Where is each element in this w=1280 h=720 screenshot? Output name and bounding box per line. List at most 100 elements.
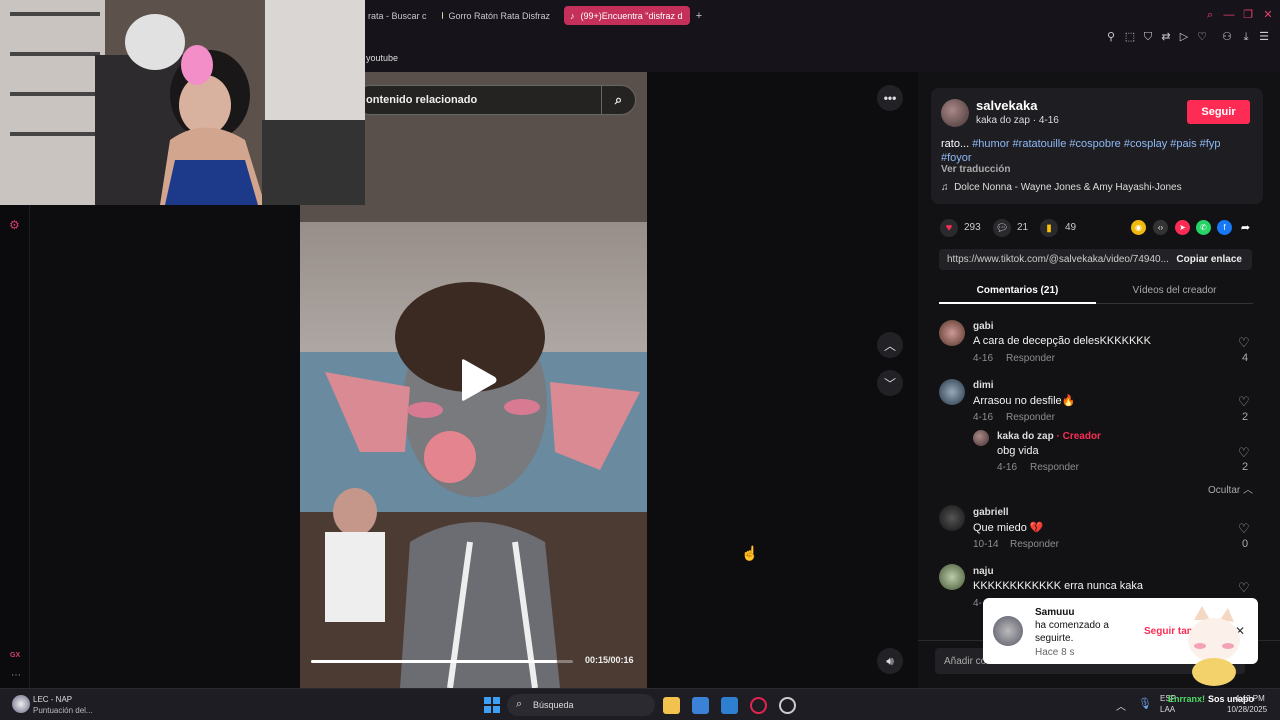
whatsapp-icon[interactable]: ✆ bbox=[1196, 220, 1211, 235]
share-url: https://www.tiktok.com/@salvekaka/video/… bbox=[947, 254, 1169, 265]
facebook-icon[interactable]: f bbox=[1217, 220, 1232, 235]
reply-button[interactable]: Responder bbox=[1006, 353, 1055, 364]
more-options-icon[interactable]: ••• bbox=[877, 85, 903, 111]
app-icon[interactable] bbox=[779, 697, 796, 714]
taskbar-search[interactable]: ⌕ Búsqueda bbox=[507, 694, 655, 716]
embed-icon[interactable]: ‹› bbox=[1153, 220, 1168, 235]
video-caption: rato... #humor #ratatouille #cospobre #c… bbox=[941, 137, 1261, 165]
author-avatar[interactable] bbox=[941, 99, 969, 127]
weather-widget-icon[interactable] bbox=[12, 695, 30, 713]
avatar[interactable] bbox=[939, 320, 965, 346]
comment-text: A cara de decepção delesKKKKKKK bbox=[973, 335, 1151, 347]
author-subtitle: kaka do zap · 4-16 bbox=[976, 115, 1059, 126]
comment-like-icon[interactable]: ♡ bbox=[1238, 445, 1250, 461]
previous-video-icon[interactable]: ︿ bbox=[877, 332, 903, 358]
account-icon[interactable]: ⚇ bbox=[1221, 31, 1233, 43]
video-progress-bar[interactable] bbox=[311, 660, 573, 663]
avatar[interactable] bbox=[939, 379, 965, 405]
download-icon[interactable]: ⤓ bbox=[1240, 31, 1252, 43]
clock-date[interactable]: 10/28/2025 bbox=[1227, 705, 1267, 714]
play-icon[interactable]: ▷ bbox=[1178, 31, 1190, 43]
comment-icon[interactable]: 💬︎ bbox=[993, 219, 1011, 237]
hide-label: Ocultar bbox=[1208, 485, 1241, 496]
search-icon[interactable]: ⌕ bbox=[601, 86, 635, 114]
more-icon[interactable]: ⋯ bbox=[11, 670, 21, 681]
chevron-up-icon: ︿ bbox=[1243, 485, 1254, 496]
follow-button[interactable]: Seguir bbox=[1187, 100, 1250, 124]
share-url-field[interactable]: https://www.tiktok.com/@salvekaka/video/… bbox=[939, 249, 1252, 270]
tab-creator-videos[interactable]: Vídeos del creador bbox=[1096, 285, 1253, 296]
send-icon[interactable]: ➤ bbox=[1175, 220, 1190, 235]
pin-icon[interactable]: ⚲ bbox=[1105, 31, 1117, 43]
music-row[interactable]: ♫ Dolce Nonna - Wayne Jones & Amy Hayash… bbox=[941, 182, 1182, 193]
toast-text: seguirte. bbox=[1035, 633, 1074, 644]
comment-like-icon[interactable]: ♡ bbox=[1238, 394, 1250, 410]
reply-button[interactable]: Responder bbox=[1030, 462, 1079, 473]
mail-icon[interactable] bbox=[721, 697, 738, 714]
file-explorer-icon[interactable] bbox=[663, 697, 680, 714]
comment-user[interactable]: gabriell bbox=[973, 507, 1009, 518]
reply-button[interactable]: Responder bbox=[1010, 539, 1059, 550]
avatar[interactable] bbox=[939, 564, 965, 590]
search-placeholder: ontenido relacionado bbox=[366, 94, 478, 106]
share-arrow-icon[interactable]: ➦ bbox=[1238, 220, 1253, 235]
comment-date: 4- bbox=[973, 598, 982, 609]
copy-link-button[interactable]: Copiar enlace bbox=[1176, 254, 1242, 265]
bookmark-youtube[interactable]: youtube bbox=[366, 53, 398, 63]
windows-start-icon[interactable] bbox=[484, 697, 500, 713]
author-username[interactable]: salvekaka bbox=[976, 98, 1037, 113]
settings-icon[interactable]: ⚙ bbox=[9, 218, 20, 232]
like-icon[interactable]: ♥ bbox=[940, 219, 958, 237]
related-search-input[interactable]: ontenido relacionado ⌕ bbox=[355, 85, 636, 115]
microphone-icon[interactable]: 🎙︎ bbox=[1138, 697, 1152, 710]
menu-icon[interactable]: ☰ bbox=[1258, 31, 1270, 43]
comment-user[interactable]: dimi bbox=[973, 380, 994, 391]
gx-icon[interactable]: GX bbox=[10, 652, 20, 659]
heart-icon[interactable]: ♡ bbox=[1196, 31, 1208, 43]
store-icon[interactable] bbox=[692, 697, 709, 714]
bookmark-icon[interactable]: ▮ bbox=[1040, 219, 1058, 237]
see-translation-link[interactable]: Ver traducción bbox=[941, 164, 1010, 175]
opera-gx-icon[interactable] bbox=[750, 697, 767, 714]
next-video-icon[interactable]: ﹀ bbox=[877, 370, 903, 396]
comment-like-icon[interactable]: ♡ bbox=[1238, 335, 1250, 351]
comment-user[interactable]: gabi bbox=[973, 321, 994, 332]
tab-gorro-raton[interactable]: Gorro Ratón Rata Disfraz bbox=[436, 6, 556, 25]
hide-replies-button[interactable]: Ocultar ︿ bbox=[1208, 481, 1253, 496]
reply-button[interactable]: Responder bbox=[1006, 412, 1055, 423]
music-note-icon: ♫ bbox=[941, 182, 949, 193]
close-icon[interactable]: ✕ bbox=[1262, 9, 1274, 21]
hashtag-foyor[interactable]: #foyor bbox=[941, 152, 972, 164]
reply-user-row[interactable]: kaka do zap · Creador bbox=[997, 431, 1101, 442]
shield-icon[interactable]: ⛉ bbox=[1142, 31, 1154, 43]
play-icon[interactable] bbox=[458, 358, 498, 402]
coin-share-icon[interactable]: ◉ bbox=[1131, 220, 1146, 235]
comment-date: 4-16 bbox=[997, 462, 1018, 473]
widget-title[interactable]: LEC - NAP bbox=[33, 695, 72, 704]
avatar[interactable] bbox=[939, 505, 965, 531]
comment-user[interactable]: naju bbox=[973, 566, 994, 577]
restore-icon[interactable]: ❐ bbox=[1242, 9, 1254, 21]
hashtag-list[interactable]: #humor #ratatouille #cospobre #cosplay #… bbox=[972, 138, 1220, 150]
tab-rata-search[interactable]: rata - Buscar c bbox=[362, 6, 428, 25]
translate-icon[interactable]: ⇄ bbox=[1160, 31, 1172, 43]
comment-like-icon[interactable]: ♡ bbox=[1238, 521, 1250, 537]
comment-like-icon[interactable]: ♡ bbox=[1238, 580, 1250, 596]
snapshot-icon[interactable]: ⬚ bbox=[1124, 31, 1136, 43]
new-tab-button[interactable]: + bbox=[692, 6, 706, 25]
volume-icon[interactable]: 🔊︎ bbox=[877, 648, 903, 674]
minimize-icon[interactable]: — bbox=[1223, 9, 1235, 21]
avatar[interactable] bbox=[973, 430, 989, 446]
cat-sticker bbox=[1188, 606, 1240, 686]
comment-date: 4-16 bbox=[973, 412, 994, 423]
search-icon[interactable]: ⌕ bbox=[1204, 9, 1216, 21]
active-tab-indicator bbox=[939, 302, 1096, 304]
tab-label: Gorro Ratón Rata Disfraz bbox=[448, 10, 550, 21]
comment-text: Que miedo 💔 bbox=[973, 522, 1044, 534]
clock-time[interactable]: 4:43 PM bbox=[1235, 694, 1265, 703]
chevron-up-icon[interactable]: ︿ bbox=[1116, 698, 1126, 713]
tab-tiktok-active[interactable]: ♪ (99+)Encuentra "disfraz d bbox=[564, 6, 690, 25]
tab-comments[interactable]: Comentarios (21) bbox=[939, 285, 1096, 296]
tiktok-icon: ♪ bbox=[570, 10, 575, 21]
taskbar: LEC - NAP Puntuación del... ⌕ Búsqueda ︿ … bbox=[0, 688, 1280, 720]
